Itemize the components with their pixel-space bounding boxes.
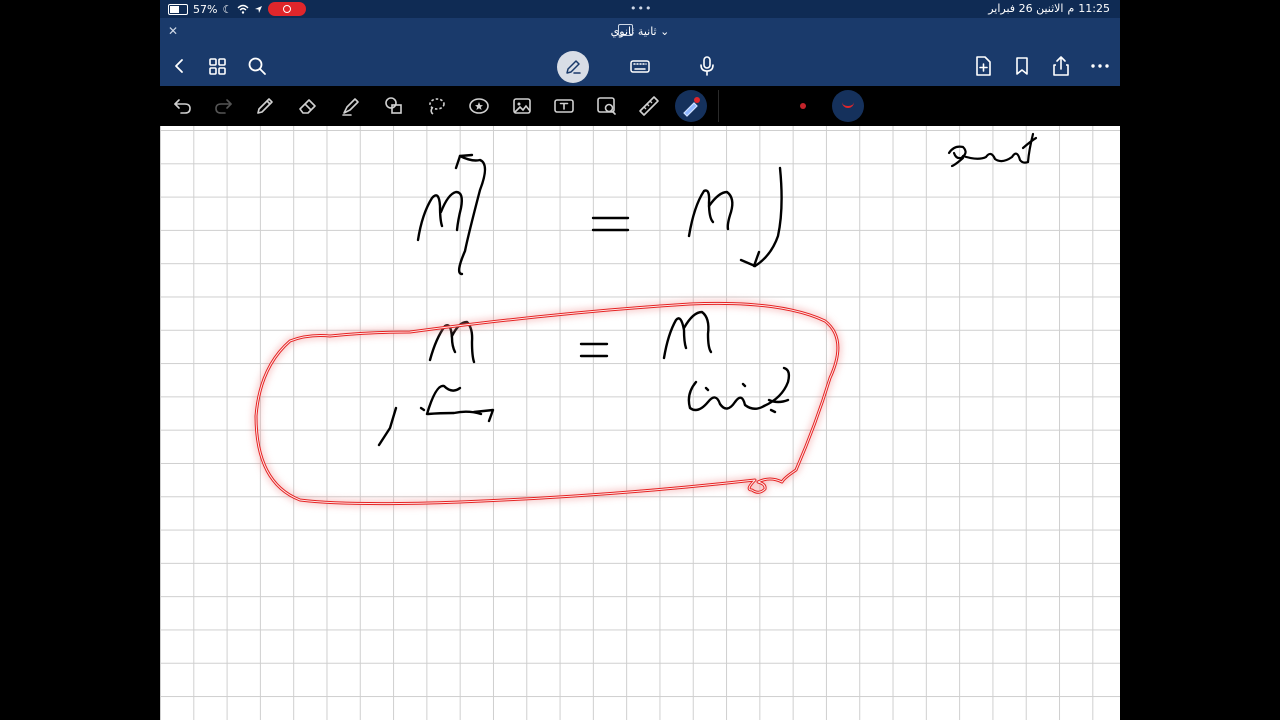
sticker-icon[interactable] [467, 94, 491, 118]
handwriting-layer [254, 132, 1038, 506]
eraser-icon[interactable] [296, 94, 320, 118]
search-icon[interactable] [245, 54, 269, 78]
pen-mode-icon[interactable] [557, 51, 589, 83]
share-icon[interactable] [1049, 54, 1073, 78]
image-icon[interactable] [510, 94, 534, 118]
laser-pointer-icon[interactable] [679, 94, 703, 118]
wifi-icon [237, 4, 249, 14]
handwriting-title [947, 132, 1038, 168]
handwriting-left-label [377, 384, 495, 447]
ruler-icon[interactable] [637, 94, 661, 118]
stroke-thickness-button[interactable] [832, 90, 864, 122]
keyboard-icon[interactable] [628, 54, 652, 78]
screen-record-icon[interactable] [268, 2, 307, 16]
status-date: الاثنين 26 فبراير [988, 2, 1064, 15]
more-icon[interactable] [1088, 54, 1112, 78]
document-tab-bar: ✕ ثانية ثانوي ⌄ [160, 18, 1120, 46]
drawing-tools-bar [160, 86, 1120, 126]
split-view-icon[interactable] [618, 24, 633, 36]
laser-highlight-loop [254, 301, 840, 506]
shapes-icon[interactable] [382, 94, 406, 118]
status-right: 11:25 م الاثنين 26 فبراير [988, 2, 1110, 15]
battery-percent: 57% [193, 2, 218, 16]
redo-icon[interactable] [211, 94, 235, 118]
document-title[interactable]: ثانية ثانوي ⌄ [160, 25, 1120, 38]
main-toolbar [160, 46, 1120, 86]
undo-icon[interactable] [171, 94, 195, 118]
highlighter-icon[interactable] [339, 94, 363, 118]
status-ampm: م [1067, 2, 1075, 15]
handwriting-equation-2 [428, 310, 713, 364]
status-time: 11:25 [1078, 2, 1110, 15]
handwriting-right-label [687, 366, 791, 414]
note-page-canvas[interactable] [160, 126, 1120, 720]
handwriting-equation-1 [416, 153, 783, 276]
battery-icon [168, 3, 188, 15]
location-icon [255, 5, 263, 13]
multitask-dots-icon[interactable]: ••• [630, 2, 652, 15]
color-swatch-red[interactable] [800, 103, 806, 109]
microphone-icon[interactable] [695, 54, 719, 78]
moon-icon: ☾ [222, 2, 233, 16]
status-bar: 57% ☾ ••• 11:25 م الاثنين 26 فبراير [160, 0, 1120, 18]
toolbar-divider [718, 90, 719, 122]
goodnotes-screen: 57% ☾ ••• 11:25 م الاثنين 26 فبراير ✕ ثا… [160, 0, 1120, 720]
pen-icon[interactable] [253, 94, 277, 118]
lasso-icon[interactable] [424, 94, 448, 118]
status-left: 57% ☾ [168, 2, 307, 16]
bookmark-icon[interactable] [1010, 54, 1034, 78]
add-page-icon[interactable] [971, 54, 995, 78]
back-icon[interactable] [168, 54, 192, 78]
text-icon[interactable] [552, 94, 576, 118]
grid-icon[interactable] [206, 54, 230, 78]
zoom-window-icon[interactable] [595, 94, 619, 118]
